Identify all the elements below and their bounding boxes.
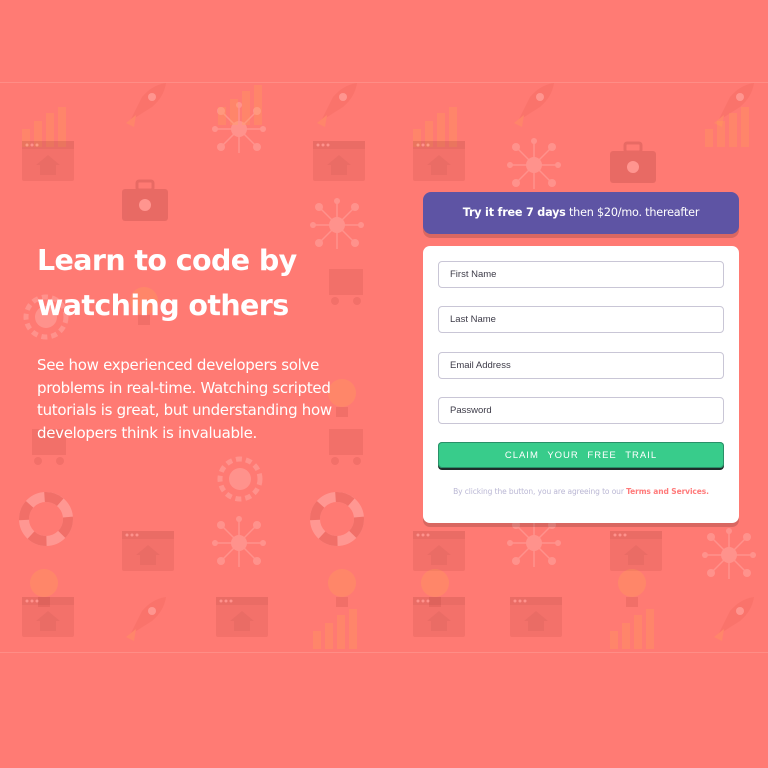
last-name-input[interactable] [439, 307, 720, 332]
terms-link[interactable]: Terms and Services. [626, 487, 709, 496]
hero-title: Learn to code by watching others [37, 244, 297, 322]
offer-banner: Try it free 7 days then $20/mo. thereaft… [423, 192, 739, 234]
email-field [438, 352, 724, 379]
first-name-field [438, 261, 724, 288]
password-input[interactable] [439, 398, 720, 423]
terms-text: By clicking the button, you are agreeing… [453, 487, 627, 496]
signup-form: Claim your free trail By clicking the bu… [423, 246, 739, 523]
terms-notice: By clicking the button, you are agreeing… [423, 487, 739, 496]
page: Learn to code by watching others See how… [0, 0, 768, 768]
hero-section: Learn to code by watching others See how… [37, 238, 367, 444]
email-input[interactable] [439, 353, 720, 378]
password-field [438, 397, 724, 424]
last-name-field [438, 306, 724, 333]
hero-description: See how experienced developers solve pro… [37, 356, 332, 442]
offer-bold-text: Try it free 7 days [462, 206, 566, 219]
first-name-input[interactable] [439, 262, 720, 287]
offer-text: then $20/mo. thereafter [565, 206, 700, 219]
claim-trial-button[interactable]: Claim your free trail [438, 442, 724, 468]
